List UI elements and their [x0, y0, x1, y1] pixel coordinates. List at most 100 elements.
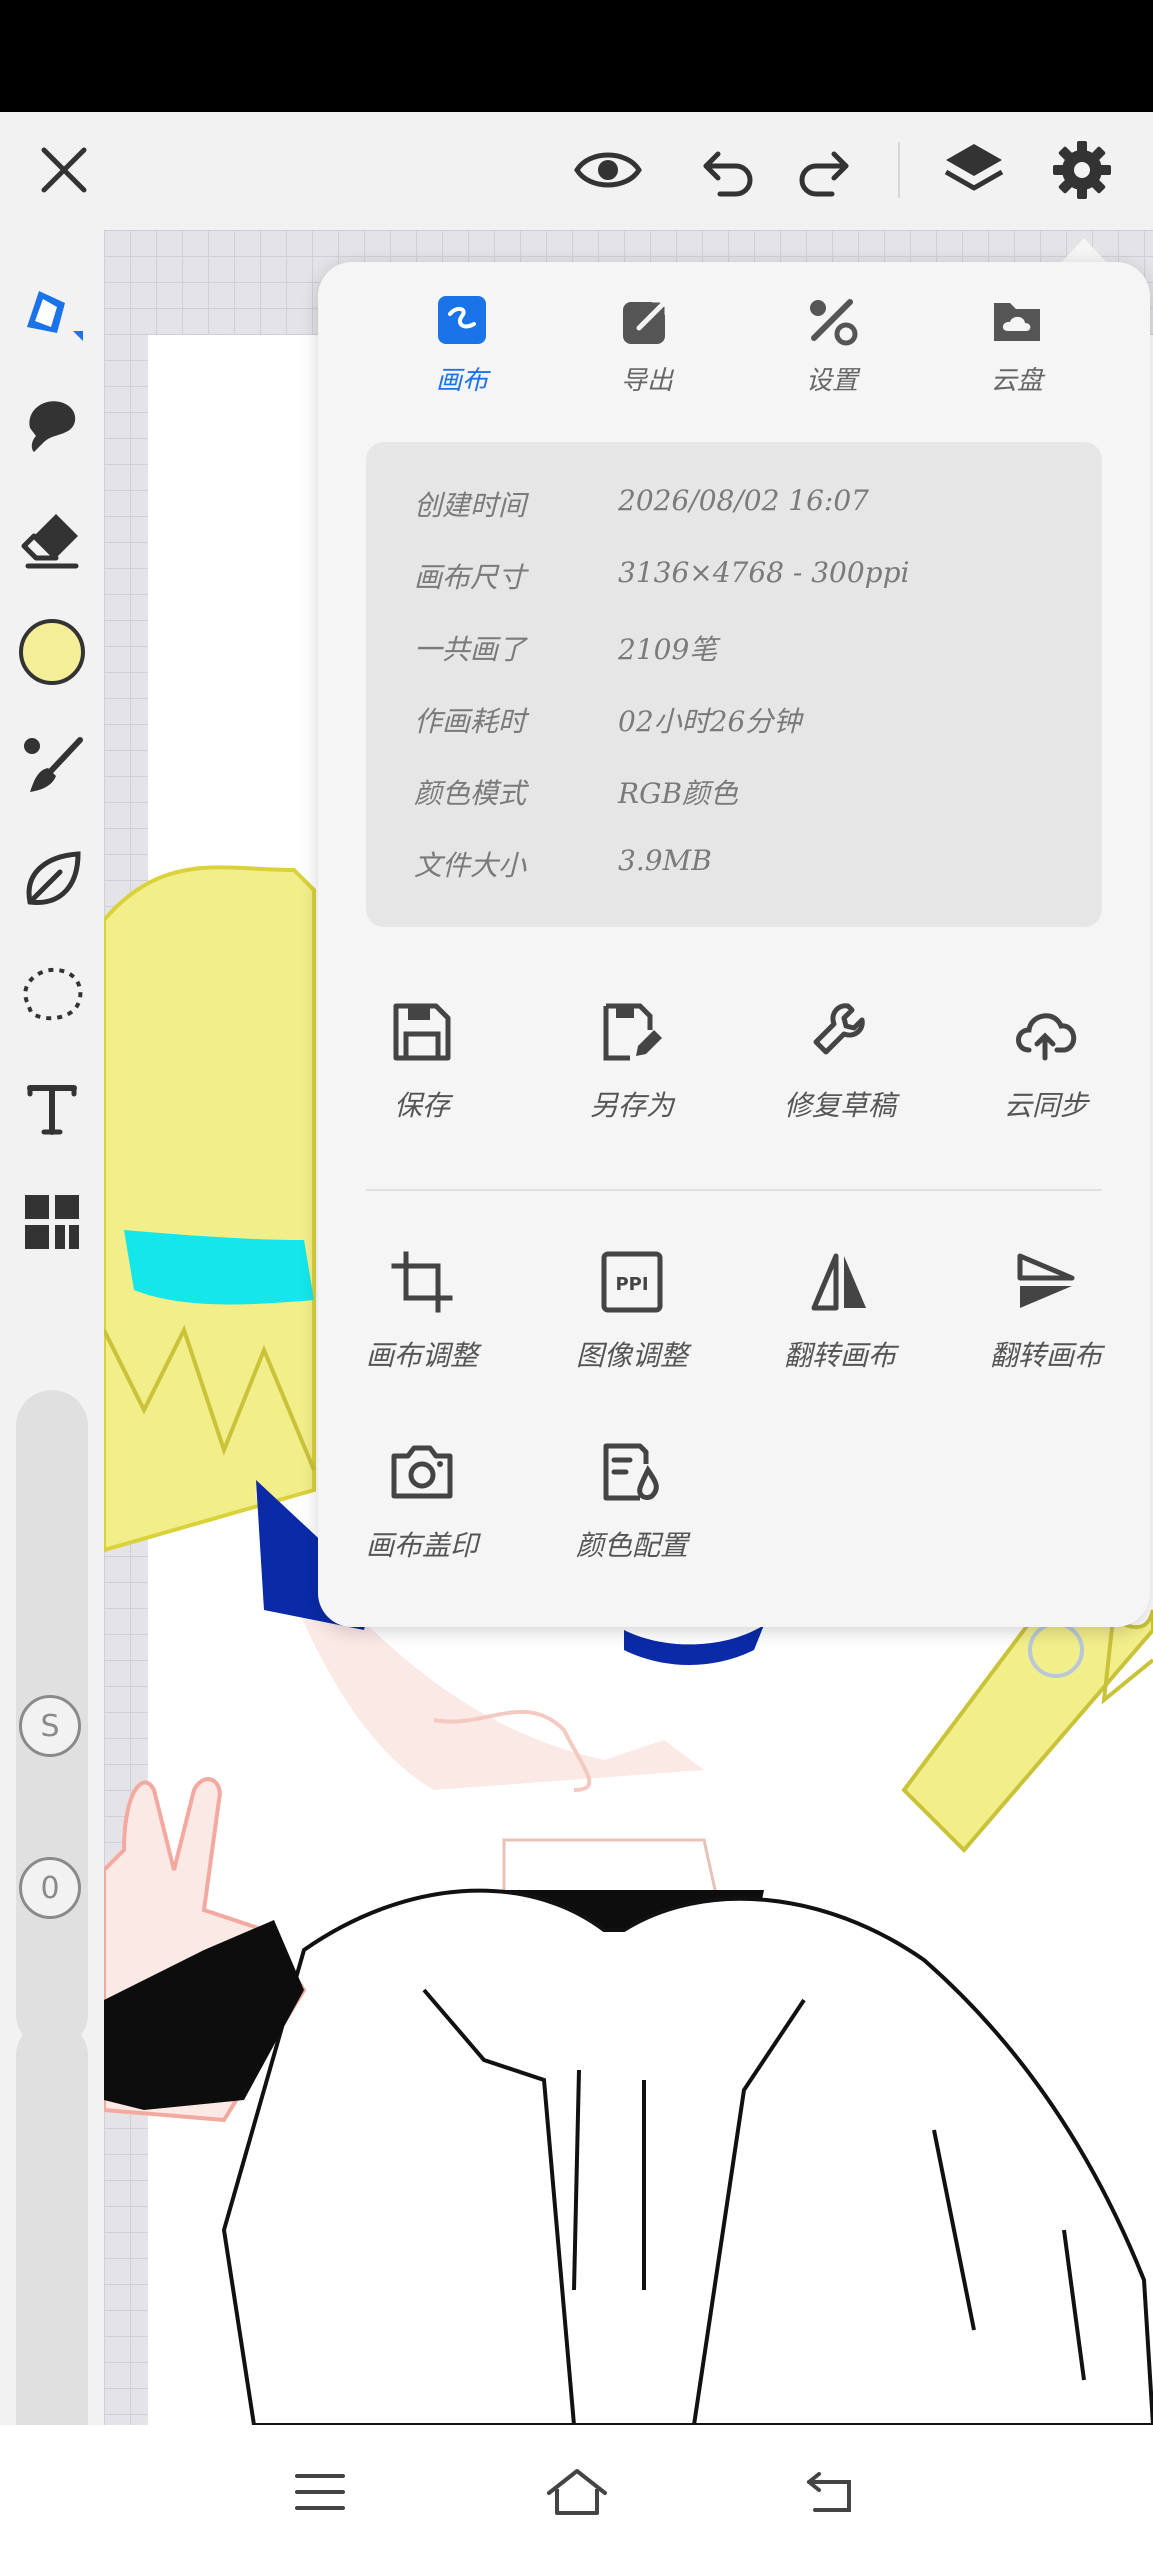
- liquify-tool[interactable]: [12, 840, 92, 920]
- cloud-sync-icon: [1016, 1013, 1077, 1061]
- layers-button[interactable]: [936, 132, 1012, 208]
- ppi-icon: PPI: [601, 1251, 663, 1313]
- flip-horizontal-button[interactable]: 翻转画布: [740, 1242, 940, 1382]
- save-label: 保存: [393, 1089, 450, 1122]
- menu-icon: [295, 2474, 345, 2510]
- status-bar: [0, 0, 1153, 112]
- home-nav-button[interactable]: [537, 2457, 617, 2527]
- toolbar-divider: [898, 142, 900, 198]
- lasso-icon: [23, 967, 83, 1021]
- pen-tip-icon: [27, 291, 83, 341]
- current-color-swatch: [19, 619, 85, 685]
- flip-vertical-icon: [1017, 1253, 1075, 1308]
- canvas-stamp-button[interactable]: 画布盖印: [322, 1432, 522, 1572]
- info-key: 颜色模式: [414, 777, 527, 810]
- save-icon: [393, 1003, 451, 1061]
- leaf-icon: [26, 851, 81, 905]
- tab-settings-label: 设置: [805, 366, 858, 396]
- popup-pointer: [1060, 238, 1108, 264]
- export-icon: [623, 297, 670, 344]
- smudge-icon: [29, 401, 76, 452]
- save-button[interactable]: 保存: [322, 992, 522, 1132]
- info-key: 创建时间: [414, 489, 527, 522]
- info-key: 作画耗时: [414, 705, 527, 738]
- info-value: 3136×4768 - 300ppi: [618, 556, 910, 589]
- preview-button[interactable]: [570, 132, 646, 208]
- flip-vertical-button[interactable]: 翻转画布: [946, 1242, 1146, 1382]
- save-as-button[interactable]: 另存为: [532, 992, 732, 1132]
- save-as-label: 另存为: [589, 1089, 674, 1122]
- more-tools-button[interactable]: [12, 1182, 92, 1262]
- image-adjust-button[interactable]: PPI 图像调整: [532, 1242, 732, 1382]
- cloud-sync-button[interactable]: 云同步: [946, 992, 1146, 1132]
- lasso-tool[interactable]: [12, 954, 92, 1034]
- gear-icon: [1053, 141, 1111, 199]
- wrench-icon: [813, 1003, 865, 1055]
- repair-draft-button[interactable]: 修复草稿: [740, 992, 940, 1132]
- cloud-drive-icon: [994, 303, 1040, 341]
- tab-canvas[interactable]: 画布: [387, 290, 537, 410]
- cloud-sync-label: 云同步: [1003, 1089, 1088, 1122]
- top-toolbar: [0, 112, 1153, 230]
- system-nav-bar: [0, 2425, 1153, 2560]
- grid-icon: [25, 1195, 79, 1249]
- info-key: 文件大小: [414, 849, 527, 882]
- menu-nav-button[interactable]: [280, 2457, 360, 2527]
- canvas-icon: [438, 296, 486, 344]
- color-profile-icon: [603, 1443, 659, 1501]
- section-divider: [366, 1189, 1102, 1191]
- eraser-icon: [21, 514, 79, 569]
- close-button[interactable]: [26, 132, 102, 208]
- brush-tool[interactable]: [12, 270, 92, 350]
- brush-size-badge: S: [19, 1695, 81, 1757]
- text-tool[interactable]: [12, 1068, 92, 1148]
- home-icon: [547, 2469, 607, 2515]
- eraser-tool[interactable]: [12, 498, 92, 578]
- eye-icon: [574, 152, 642, 188]
- tab-settings[interactable]: 设置: [757, 290, 907, 410]
- undo-icon: [703, 151, 753, 197]
- text-icon: [27, 1085, 77, 1135]
- info-value: 2109笔: [618, 633, 718, 666]
- save-as-icon: [603, 1003, 662, 1061]
- info-key: 画布尺寸: [414, 561, 527, 594]
- flip-horizontal-icon: [811, 1253, 866, 1311]
- back-nav-button[interactable]: [792, 2457, 872, 2527]
- fill-tool[interactable]: [12, 726, 92, 806]
- image-adjust-label: 图像调整: [575, 1339, 688, 1372]
- color-profile-label: 颜色配置: [575, 1529, 688, 1562]
- tab-cloud-drive-label: 云盘: [990, 366, 1043, 396]
- tab-cloud-drive[interactable]: 云盘: [942, 290, 1092, 410]
- crop-icon: [391, 1251, 453, 1313]
- undo-button[interactable]: [690, 132, 766, 208]
- info-value: 02小时26分钟: [618, 705, 802, 738]
- canvas-adjust-label: 画布调整: [365, 1339, 478, 1372]
- tab-export-label: 导出: [620, 366, 673, 396]
- info-value: RGB颜色: [618, 777, 739, 810]
- smudge-tool[interactable]: [12, 384, 92, 464]
- paint-brush-icon: [24, 737, 83, 792]
- redo-icon: [799, 151, 849, 197]
- repair-draft-label: 修复草稿: [783, 1089, 896, 1122]
- redo-button[interactable]: [786, 132, 862, 208]
- info-value: 3.9MB: [618, 844, 712, 877]
- canvas-stamp-label: 画布盖印: [365, 1529, 478, 1562]
- canvas-info-panel: 创建时间 2026/08/02 16:07 画布尺寸 3136×4768 - 3…: [366, 442, 1102, 927]
- info-key: 一共画了: [414, 633, 527, 666]
- camera-icon: [391, 1445, 453, 1499]
- flip-vertical-label: 翻转画布: [989, 1339, 1102, 1372]
- opacity-badge: 0: [19, 1857, 81, 1919]
- tab-export[interactable]: 导出: [572, 290, 722, 410]
- color-picker-button[interactable]: [12, 612, 92, 692]
- canvas-adjust-button[interactable]: 画布调整: [322, 1242, 522, 1382]
- color-profile-button[interactable]: 颜色配置: [532, 1432, 732, 1572]
- layers-icon: [944, 144, 1004, 191]
- settings-button[interactable]: [1044, 132, 1120, 208]
- close-icon: [41, 147, 87, 193]
- tab-canvas-label: 画布: [435, 366, 488, 396]
- back-icon: [807, 2472, 851, 2512]
- svg-text:PPI: PPI: [615, 1274, 648, 1295]
- settings-tools-icon: [810, 299, 858, 346]
- canvas-settings-popup: 画布 导出 设置 云盘 创建时间 2026/08/02 16:07 画布尺寸 3…: [318, 262, 1150, 1627]
- info-value: 2026/08/02 16:07: [618, 484, 869, 517]
